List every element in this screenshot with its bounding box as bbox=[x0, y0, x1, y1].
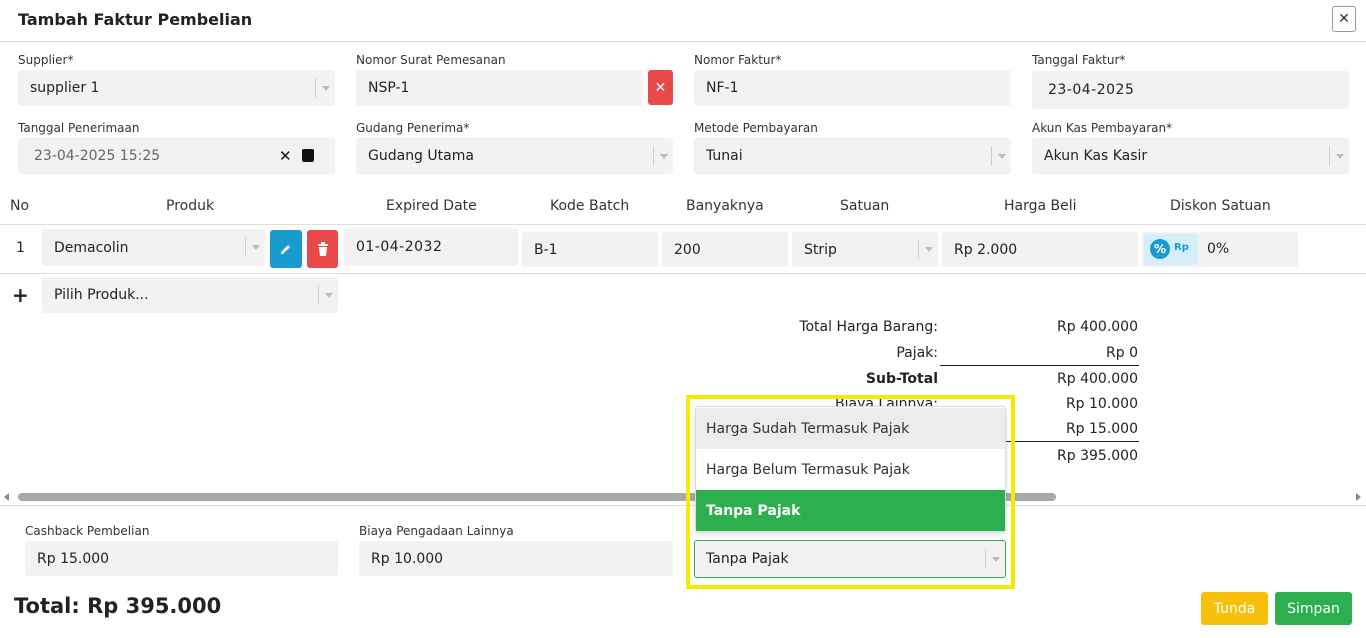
scroll-left-icon[interactable] bbox=[4, 493, 9, 501]
biaya-pengadaan-field[interactable]: Rp 10.000 bbox=[359, 541, 673, 576]
satuan-select[interactable]: Strip bbox=[792, 232, 938, 267]
akun-kas-value: Akun Kas Kasir bbox=[1044, 148, 1148, 164]
diskon-satuan-field[interactable]: % Rp 0% bbox=[1142, 232, 1298, 267]
gudang-penerima-select[interactable]: Gudang Utama bbox=[356, 138, 673, 174]
tanggal-faktur-value: 23-04-2025 bbox=[1048, 82, 1135, 98]
sub-total-value: Rp 400.000 bbox=[1057, 371, 1138, 387]
tanggal-penerimaan-label: Tanggal Penerimaan bbox=[18, 121, 140, 135]
expired-date-field[interactable]: 01-04-2032 bbox=[344, 228, 518, 266]
metode-pembayaran-label: Metode Pembayaran bbox=[694, 121, 818, 135]
tanggal-faktur-label: Tanggal Faktur* bbox=[1032, 53, 1126, 67]
supplier-select[interactable]: supplier 1 bbox=[18, 70, 335, 106]
biaya-pengadaan-value: Rp 10.000 bbox=[371, 550, 444, 567]
banyaknya-field[interactable]: 200 bbox=[662, 232, 788, 267]
subtotal-divider bbox=[940, 365, 1139, 366]
col-header-kode-batch: Kode Batch bbox=[550, 198, 630, 214]
tanggal-penerimaan-value: 23-04-2025 15:25 bbox=[34, 148, 161, 164]
rupiah-mode-label: Rp bbox=[1174, 242, 1189, 253]
nomor-faktur-value: NF-1 bbox=[706, 80, 739, 96]
nomor-surat-pemesanan-label: Nomor Surat Pemesanan bbox=[356, 53, 506, 67]
akun-kas-label: Akun Kas Pembayaran* bbox=[1032, 121, 1173, 135]
col-header-diskon-satuan: Diskon Satuan bbox=[1170, 198, 1271, 214]
simpan-button[interactable]: Simpan bbox=[1275, 592, 1352, 625]
banyaknya-value: 200 bbox=[674, 241, 701, 258]
clear-date-icon[interactable]: ✕ bbox=[279, 147, 292, 165]
diskon-mode-toggle[interactable]: % Rp bbox=[1144, 234, 1198, 265]
col-header-banyaknya: Banyaknya bbox=[686, 198, 764, 214]
chevron-down-icon bbox=[991, 146, 1011, 166]
nomor-faktur-field[interactable]: NF-1 bbox=[694, 70, 1011, 106]
tanggal-penerimaan-field[interactable]: 23-04-2025 15:25 ✕ bbox=[18, 138, 335, 174]
kode-batch-value: B-1 bbox=[534, 241, 558, 258]
total-text: Total: Rp 395.000 bbox=[14, 594, 222, 618]
cashback-pembelian-label: Cashback Pembelian bbox=[25, 524, 150, 538]
tunda-button[interactable]: Tunda bbox=[1201, 592, 1268, 625]
chevron-down-icon bbox=[918, 239, 938, 259]
col-header-expired-date: Expired Date bbox=[386, 198, 477, 214]
pilih-produk-select[interactable]: Pilih Produk... bbox=[42, 277, 338, 313]
close-icon: ✕ bbox=[654, 79, 667, 96]
col-header-satuan: Satuan bbox=[840, 198, 890, 214]
gudang-penerima-label: Gudang Penerima* bbox=[356, 121, 470, 135]
chevron-down-icon bbox=[653, 146, 673, 166]
supplier-value: supplier 1 bbox=[30, 80, 100, 96]
tanggal-faktur-field[interactable]: 23-04-2025 bbox=[1032, 71, 1349, 109]
highlight-box bbox=[686, 395, 1015, 589]
scroll-right-icon[interactable] bbox=[1356, 493, 1361, 501]
col-header-produk: Produk bbox=[166, 198, 215, 214]
cashback-value: Rp 15.000 bbox=[1065, 421, 1138, 437]
biaya-lainnya-value: Rp 10.000 bbox=[1065, 396, 1138, 412]
close-icon: ✕ bbox=[1338, 11, 1350, 27]
supplier-label: Supplier* bbox=[18, 53, 74, 67]
edit-produk-button[interactable] bbox=[270, 230, 302, 268]
pajak-value: Rp 0 bbox=[1106, 345, 1138, 361]
pilih-produk-placeholder: Pilih Produk... bbox=[54, 287, 149, 303]
close-button[interactable]: ✕ bbox=[1332, 6, 1356, 32]
chevron-down-icon bbox=[318, 285, 338, 305]
gudang-penerima-value: Gudang Utama bbox=[368, 148, 474, 164]
calendar-icon[interactable] bbox=[302, 149, 314, 162]
nomor-surat-pemesanan-field[interactable]: NSP-1 bbox=[356, 70, 643, 106]
col-header-no: No bbox=[10, 198, 30, 214]
nomor-surat-pemesanan-value: NSP-1 bbox=[368, 80, 410, 96]
bottom-section-divider bbox=[0, 505, 1366, 506]
modal-title: Tambah Faktur Pembelian bbox=[18, 10, 253, 29]
total-harga-barang-label: Total Harga Barang: bbox=[799, 319, 938, 335]
header-divider bbox=[0, 41, 1366, 42]
chevron-down-icon bbox=[1329, 146, 1349, 166]
delete-produk-button[interactable] bbox=[307, 230, 338, 268]
pencil-icon bbox=[281, 245, 290, 254]
grand-total-value: Rp 395.000 bbox=[1057, 448, 1138, 464]
kode-batch-field[interactable]: B-1 bbox=[522, 232, 658, 267]
cashback-pembelian-value: Rp 15.000 bbox=[37, 550, 110, 567]
table-header-divider bbox=[0, 224, 1366, 225]
metode-pembayaran-value: Tunai bbox=[706, 148, 743, 164]
produk-value: Demacolin bbox=[54, 239, 129, 256]
chevron-down-icon bbox=[245, 237, 265, 257]
diskon-satuan-value: 0% bbox=[1207, 241, 1230, 257]
pajak-label: Pajak: bbox=[896, 345, 938, 361]
add-row-icon[interactable]: + bbox=[12, 283, 29, 307]
harga-beli-value: Rp 2.000 bbox=[954, 241, 1018, 258]
row-divider bbox=[0, 273, 1366, 274]
sub-total-label: Sub-Total bbox=[865, 371, 938, 387]
col-header-harga-beli: Harga Beli bbox=[1004, 198, 1077, 214]
satuan-value: Strip bbox=[804, 241, 837, 258]
akun-kas-select[interactable]: Akun Kas Kasir bbox=[1032, 138, 1349, 174]
cashback-pembelian-field[interactable]: Rp 15.000 bbox=[25, 541, 338, 576]
produk-select[interactable]: Demacolin bbox=[42, 229, 265, 266]
nomor-faktur-label: Nomor Faktur* bbox=[694, 53, 782, 67]
total-harga-barang-value: Rp 400.000 bbox=[1057, 319, 1138, 335]
metode-pembayaran-select[interactable]: Tunai bbox=[694, 138, 1011, 174]
biaya-pengadaan-label: Biaya Pengadaan Lainnya bbox=[359, 524, 514, 538]
expired-date-value: 01-04-2032 bbox=[356, 239, 443, 255]
clear-nsp-button[interactable]: ✕ bbox=[648, 70, 673, 105]
chevron-down-icon bbox=[315, 78, 335, 98]
percent-icon: % bbox=[1150, 239, 1170, 259]
trash-icon bbox=[317, 242, 328, 256]
row-number: 1 bbox=[16, 240, 25, 256]
harga-beli-field[interactable]: Rp 2.000 bbox=[942, 232, 1138, 267]
